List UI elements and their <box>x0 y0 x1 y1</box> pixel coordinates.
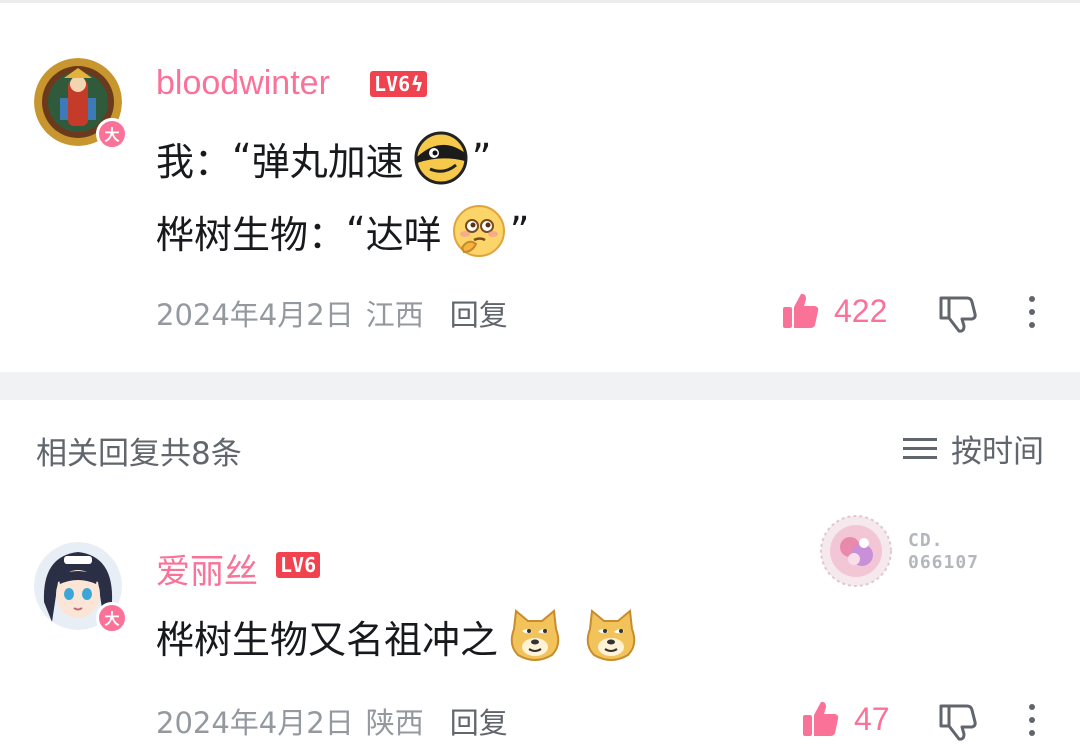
level-badge: LV6 <box>276 552 321 578</box>
decoration-pendant-icon[interactable] <box>820 515 892 587</box>
like-button[interactable]: 47 <box>802 700 890 738</box>
quote-open: “ <box>346 209 366 253</box>
avatar[interactable]: 大 <box>34 58 128 150</box>
reply-button[interactable]: 回复 <box>450 292 508 334</box>
comment-text: 桦树生物又名祖冲之 <box>156 617 499 662</box>
comment-meta: 2024年4月2日 江西 回复 <box>156 292 508 334</box>
replies-count-title: 相关回复共8条 <box>36 436 242 472</box>
comment-item: 大 bloodwinter LV6ϟ 我： “ 弹丸加速 ” 桦树生物： “ 达… <box>0 0 1080 372</box>
quote-close: ” <box>509 209 530 253</box>
comment-region: 陕西 <box>365 706 424 740</box>
thumbs-up-icon <box>803 701 839 736</box>
reply-item: 大 爱丽丝 LV6 CD. 066107 桦树生物又名祖冲之 2024年4月2日… <box>0 490 1080 744</box>
level-text: LV6 <box>374 72 411 96</box>
sort-by-time-button[interactable]: 按时间 <box>903 426 1044 471</box>
thumbs-down-icon[interactable] <box>938 294 978 334</box>
comment-date: 2024年4月2日 <box>156 706 354 740</box>
comment-line: 桦树生物： “ 达咩 ” <box>156 205 533 257</box>
username[interactable]: bloodwinter <box>156 64 330 103</box>
comment-text: 达咩 <box>365 212 442 257</box>
replies-header: 相关回复共8条 按时间 <box>0 400 1080 490</box>
vip-badge: 大 <box>96 118 128 150</box>
like-button[interactable]: 422 <box>782 292 887 330</box>
section-divider <box>0 372 1080 400</box>
like-count: 47 <box>854 700 890 737</box>
quote-close: ” <box>471 136 492 180</box>
comment-date: 2024年4月2日 <box>156 298 354 332</box>
comment-prefix: 桦树生物： <box>156 212 347 257</box>
decoration-code-line: CD. <box>908 530 944 551</box>
menu-icon <box>903 432 937 465</box>
comment-meta: 2024年4月2日 陕西 回复 <box>156 700 508 742</box>
doge-black-emoji <box>414 131 468 185</box>
decoration-code-line: 066107 <box>908 552 980 573</box>
quote-open: “ <box>232 136 252 180</box>
username[interactable]: 爱丽丝 <box>156 544 258 593</box>
decoration-code: CD. 066107 <box>908 530 979 574</box>
level-badge: LV6ϟ <box>370 71 428 97</box>
comment-text: 弹丸加速 <box>251 139 404 184</box>
doge-emoji <box>510 609 560 661</box>
like-count: 422 <box>834 292 888 329</box>
comment-line: 桦树生物又名祖冲之 <box>156 609 638 662</box>
avatar[interactable]: 大 <box>34 542 128 634</box>
sort-label: 按时间 <box>951 434 1044 470</box>
comment-region: 江西 <box>365 298 424 332</box>
doge-emoji <box>586 609 636 661</box>
comment-line: 我： “ 弹丸加速 ” <box>156 131 495 185</box>
lightning-icon: ϟ <box>411 72 424 96</box>
vip-badge: 大 <box>96 602 128 634</box>
more-options-icon[interactable] <box>1028 704 1036 743</box>
thinking-emoji <box>452 205 505 257</box>
comment-prefix: 我： <box>156 139 233 184</box>
thumbs-up-icon <box>783 293 819 328</box>
thumbs-down-icon[interactable] <box>938 702 978 742</box>
reply-button[interactable]: 回复 <box>450 700 508 742</box>
more-options-icon[interactable] <box>1028 296 1036 335</box>
